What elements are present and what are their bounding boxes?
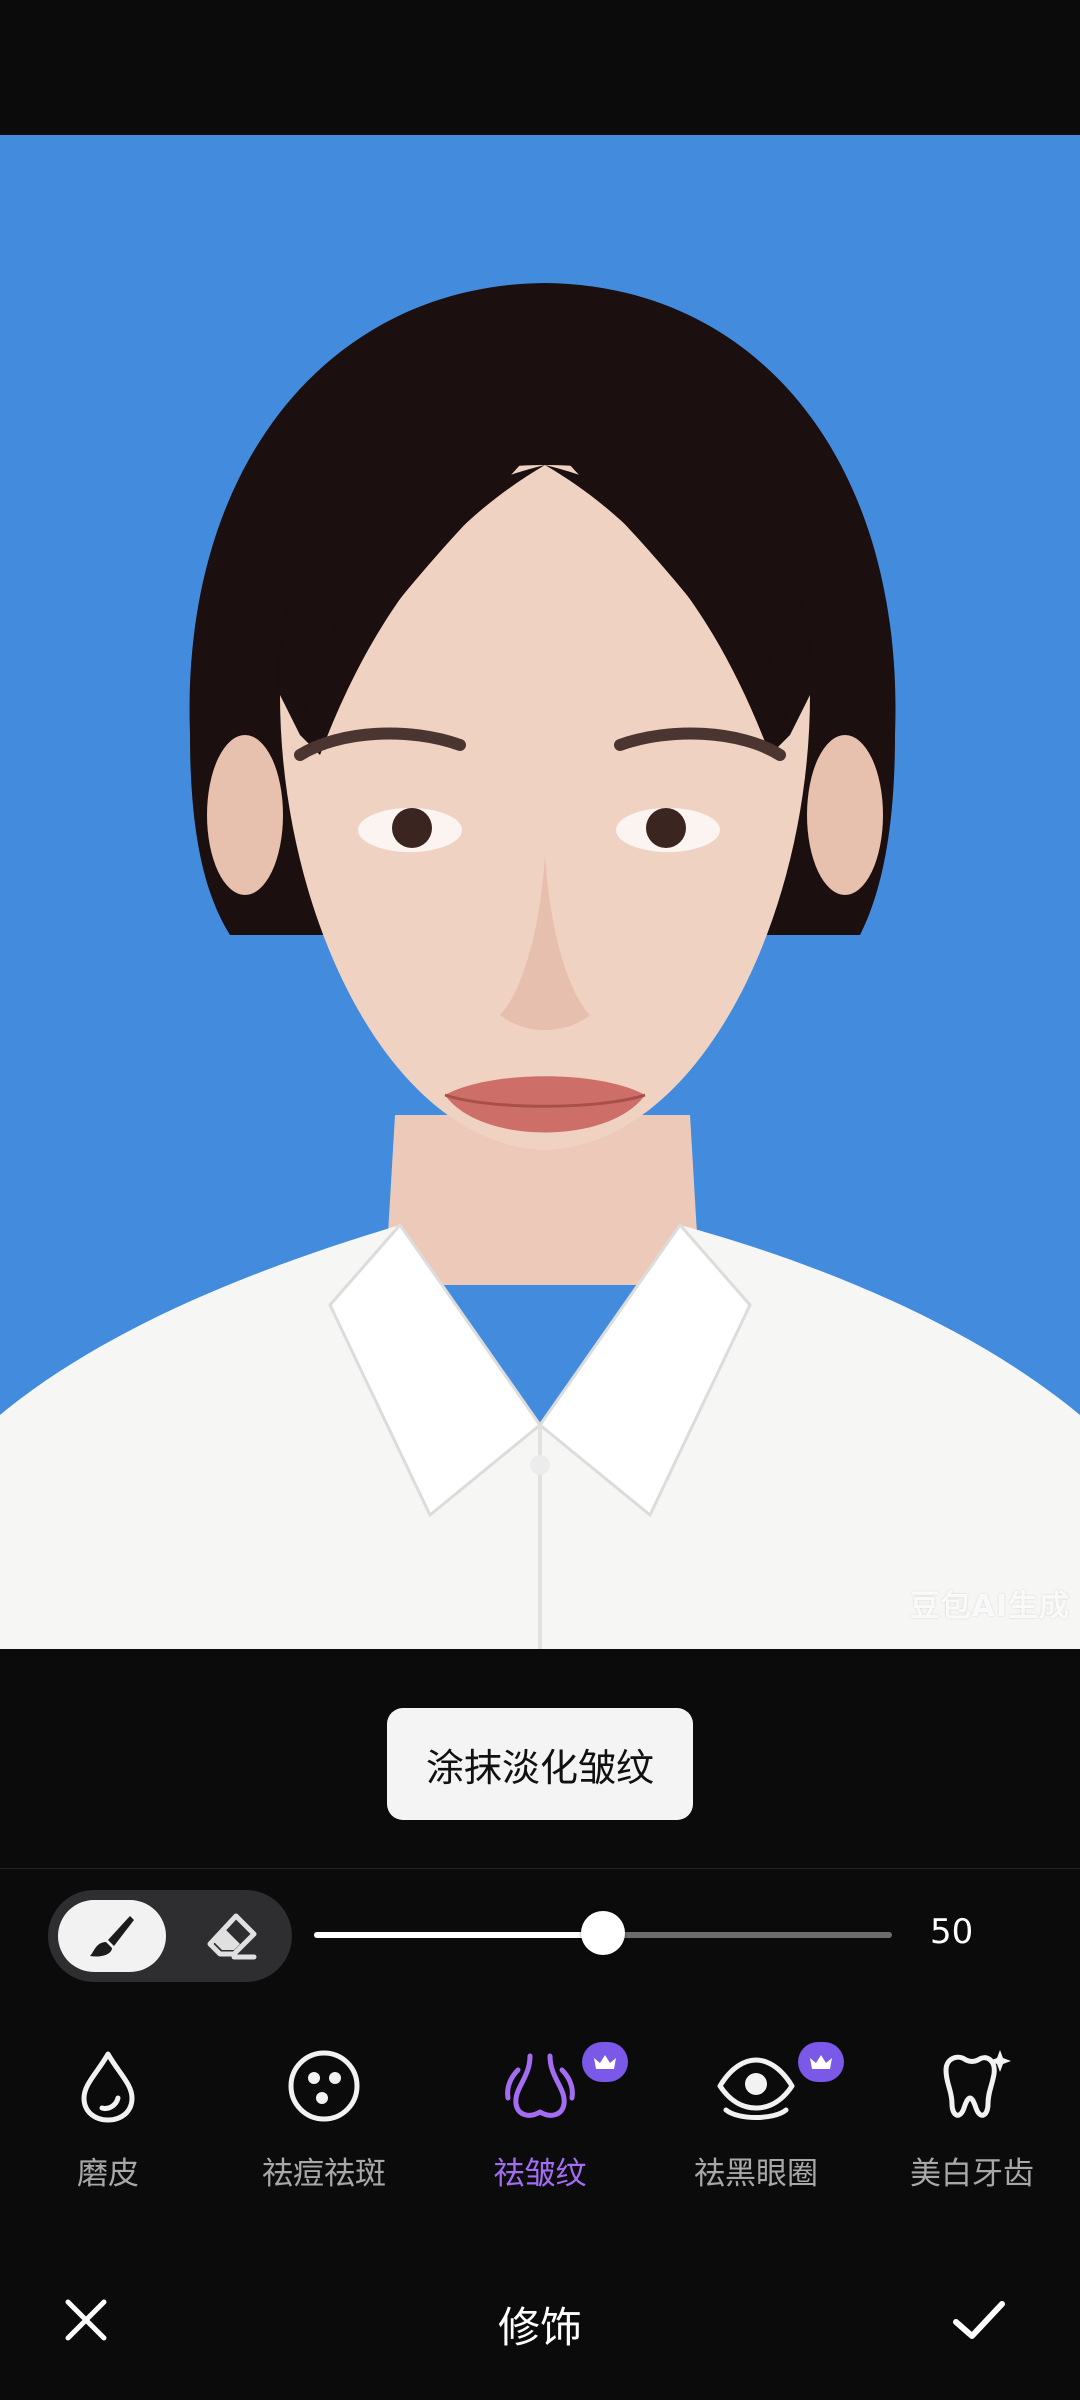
brush-size-slider[interactable] <box>314 1911 892 1955</box>
tool-label: 祛黑眼圈 <box>694 2156 818 2192</box>
hint-tooltip: 涂抹淡化皱纹 <box>387 1708 693 1820</box>
slider-fill <box>314 1932 603 1938</box>
crown-icon <box>810 2055 832 2069</box>
tool-dark-circle-removal[interactable]: 祛黑眼圈 <box>666 2040 846 2200</box>
vip-crown-badge <box>798 2042 844 2082</box>
portrait-photo <box>0 135 1080 1649</box>
tool-wrinkle-removal[interactable]: 祛皱纹 <box>450 2040 630 2200</box>
spots-face-icon <box>288 2050 360 2122</box>
tool-label: 磨皮 <box>77 2156 139 2192</box>
tool-smooth-skin[interactable]: 磨皮 <box>18 2040 198 2200</box>
nose-lines-icon <box>505 2053 575 2118</box>
tool-label: 祛皱纹 <box>493 2156 587 2192</box>
slider-thumb[interactable] <box>581 1911 625 1955</box>
crown-icon <box>594 2055 616 2069</box>
page-title: 修饰 <box>497 2303 582 2352</box>
tooth-sparkle-icon <box>943 2050 1011 2118</box>
eye-icon <box>717 2057 795 2120</box>
eraser-button[interactable] <box>182 1900 282 1972</box>
eraser-icon <box>207 1913 257 1960</box>
photo-canvas[interactable]: 豆包AI生成 <box>0 135 1080 1649</box>
confirm-button[interactable] <box>948 2290 1008 2350</box>
brush-button[interactable] <box>58 1900 166 1972</box>
brush-icon <box>90 1916 134 1957</box>
watermark-label: 豆包AI生成 <box>909 1589 1070 1624</box>
check-icon <box>953 2301 1005 2339</box>
tool-label: 美白牙齿 <box>910 2156 1034 2192</box>
bottom-bar: 修饰 <box>0 2260 1080 2380</box>
vip-crown-badge <box>582 2042 628 2082</box>
tool-label: 祛痘祛斑 <box>262 2156 386 2192</box>
brush-eraser-toggle <box>48 1890 292 1982</box>
tool-acne-removal[interactable]: 祛痘祛斑 <box>234 2040 414 2200</box>
divider <box>0 1868 1080 1869</box>
retouch-tool-strip: 磨皮 祛痘祛斑 祛皱纹 祛黑眼圈 美白牙齿 <box>0 2040 1080 2200</box>
status-bar <box>0 0 1080 135</box>
droplet-icon <box>81 2051 135 2123</box>
brush-size-value: 50 <box>930 1912 974 1952</box>
tool-teeth-whitening[interactable]: 美白牙齿 <box>882 2040 1062 2200</box>
